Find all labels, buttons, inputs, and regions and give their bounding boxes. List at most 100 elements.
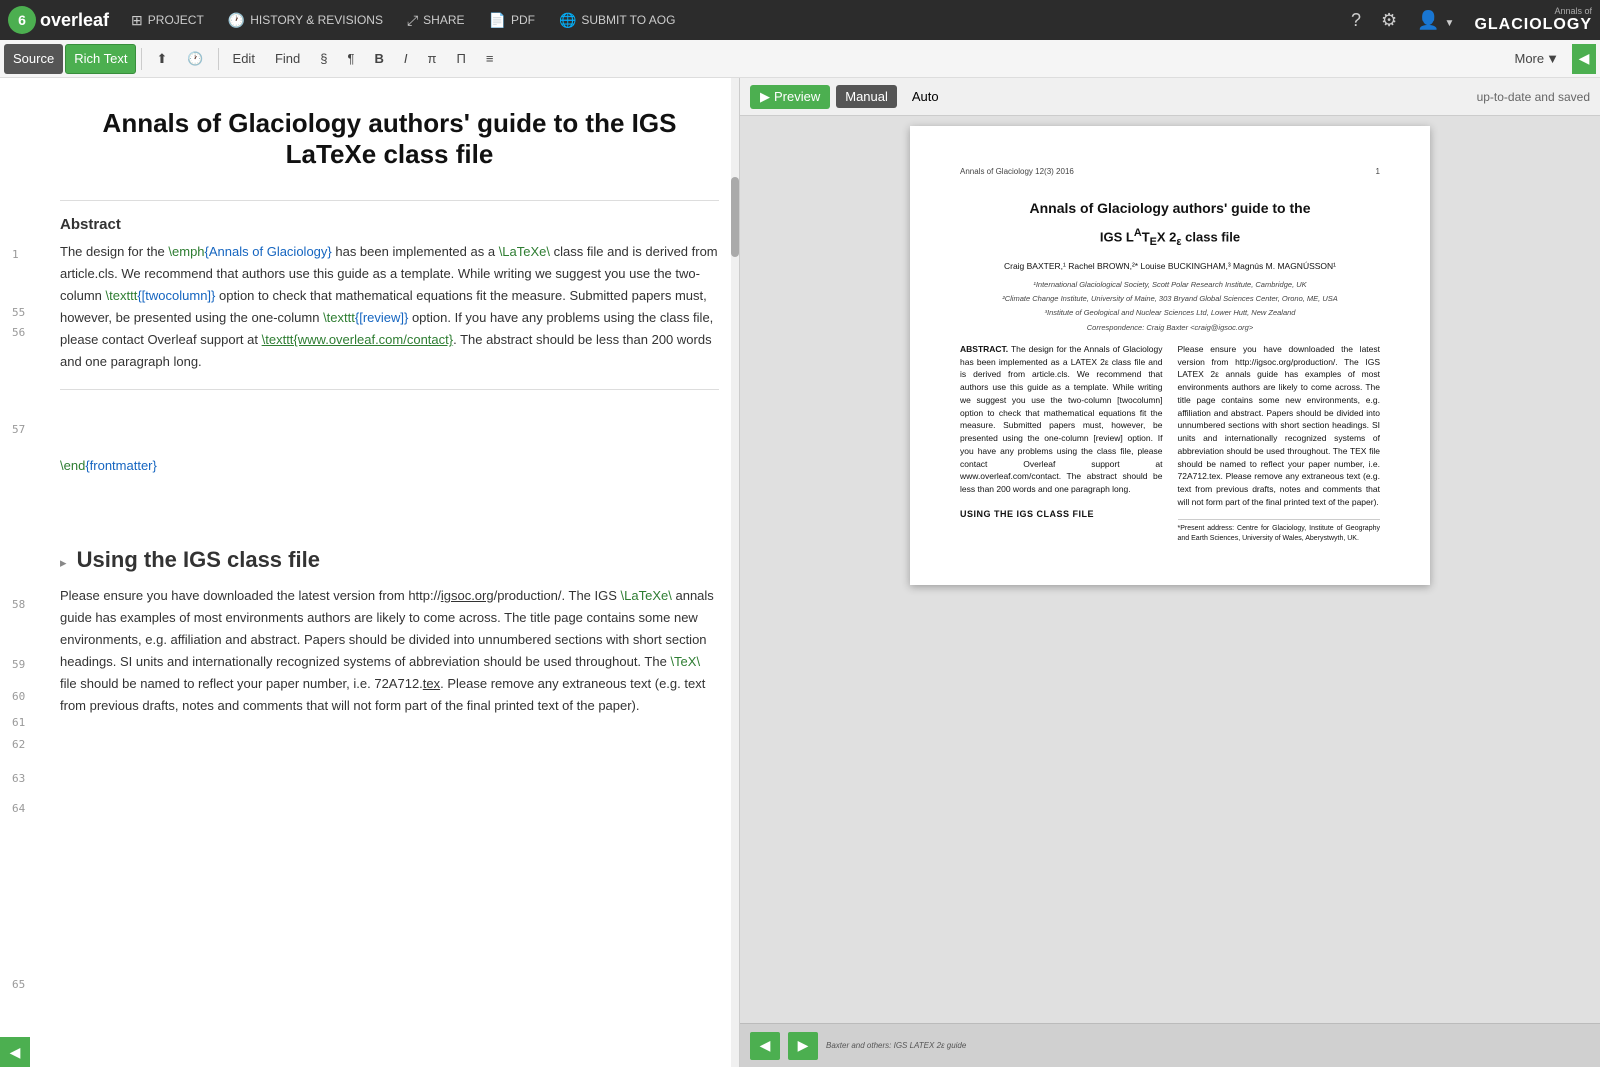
- italic-button[interactable]: I: [395, 44, 417, 74]
- pdf-page-num: 1: [1376, 166, 1380, 178]
- collapse-editor-button[interactable]: ◀: [1572, 44, 1596, 74]
- divider-mid: [60, 389, 719, 390]
- preview-content: Annals of Glaciology 12(3) 2016 1 Annals…: [740, 116, 1600, 1023]
- section-marker: ▸: [60, 555, 67, 570]
- submit-button[interactable]: 🌐 SUBMIT TO AOG: [549, 4, 685, 36]
- arrow-left-prev-icon: ◀: [760, 1037, 771, 1054]
- edit-button[interactable]: Edit: [224, 44, 264, 74]
- pdf-abstract-heading: ABSTRACT.: [960, 344, 1008, 354]
- pdf-affil-2: ²Climate Change Institute, University of…: [960, 293, 1380, 304]
- preview-play-button[interactable]: ▶ Preview: [750, 85, 830, 109]
- auto-button[interactable]: Auto: [903, 85, 948, 108]
- share-icon: ⤢: [407, 12, 418, 29]
- main-area: 1 55 56 57 58 59 60 61 62 63 64 65 Annal…: [0, 78, 1600, 1067]
- latex-texttt-1-arg: {[twocolumn]}: [137, 288, 215, 303]
- list-button[interactable]: ≡: [477, 44, 503, 74]
- abstract-heading: Abstract: [60, 216, 719, 233]
- pdf-header-left: Annals of Glaciology 12(3) 2016: [960, 166, 1074, 178]
- collapse-left-icon: ◀: [1579, 50, 1590, 67]
- latex-texttt-2: \texttt: [323, 310, 355, 325]
- project-icon: ⊞: [131, 12, 143, 29]
- pdf-page-1: Annals of Glaciology 12(3) 2016 1 Annals…: [910, 126, 1430, 585]
- latex-latexe: \LaTeXe\: [499, 244, 550, 259]
- line-num-60: 60: [12, 690, 25, 703]
- editor-scrollbar[interactable]: [731, 78, 739, 1067]
- pdf-correspondence: Correspondence: Craig Baxter <craig@igso…: [960, 322, 1380, 333]
- user-icon: 👤: [1417, 10, 1439, 30]
- history-button[interactable]: 🕐 HISTORY & REVISIONS: [218, 4, 393, 36]
- submit-icon: 🌐: [559, 12, 576, 29]
- document-title: Annals of Glaciology authors' guide to t…: [60, 108, 719, 170]
- editor-pane: 1 55 56 57 58 59 60 61 62 63 64 65 Annal…: [0, 78, 740, 1067]
- source-button[interactable]: Source: [4, 44, 63, 74]
- arrow-left-icon: ◀: [10, 1044, 21, 1061]
- help-button[interactable]: ?: [1343, 6, 1369, 35]
- next-page-button[interactable]: ▶: [788, 1032, 818, 1060]
- pdf-two-col-section: ABSTRACT. The design for the Annals of G…: [960, 343, 1380, 545]
- divider-top: [60, 200, 719, 201]
- line-num-57: 57: [12, 423, 25, 436]
- line-num-59: 59: [12, 658, 25, 671]
- editor-collapse-left[interactable]: ◀: [0, 1037, 30, 1067]
- upload-button[interactable]: ⬆: [147, 44, 176, 74]
- bold-button[interactable]: B: [365, 44, 392, 74]
- pdf-abstract-body: The design for the Annals of Glaciology …: [960, 344, 1163, 494]
- line-num-55: 55: [12, 306, 25, 319]
- user-button[interactable]: 👤 ▼: [1409, 6, 1462, 35]
- brand-name: overleaf: [40, 10, 109, 31]
- abstract-text: The design for the \emph{Annals of Glaci…: [60, 241, 719, 374]
- play-icon: ▶: [760, 89, 770, 105]
- pdf-section-body: Please ensure you have downloaded the la…: [1178, 343, 1381, 509]
- line-num-1: 1: [12, 248, 19, 261]
- section2-heading: ▸ Using the IGS class file: [60, 547, 719, 573]
- empty-space-2: [60, 477, 719, 527]
- line-num-64: 64: [12, 802, 25, 815]
- history-toolbar-button[interactable]: 🕐: [178, 44, 212, 74]
- pdf-page-1-header: Annals of Glaciology 12(3) 2016 1: [960, 166, 1380, 178]
- settings-icon: ⚙: [1381, 10, 1397, 30]
- section2-text: Please ensure you have downloaded the la…: [60, 585, 719, 718]
- editor-content: 1 55 56 57 58 59 60 61 62 63 64 65 Annal…: [0, 78, 739, 737]
- toolbar-separator-2: [218, 48, 219, 70]
- paragraph-button[interactable]: §: [311, 44, 336, 74]
- editor-toolbar: Source Rich Text ⬆ 🕐 Edit Find § ¶ B I π…: [0, 40, 1600, 78]
- link-igsoc: igsoc.org: [441, 588, 494, 603]
- pdf-authors: Craig BAXTER,¹ Rachel BROWN,²* Louise BU…: [960, 260, 1380, 273]
- help-icon: ?: [1351, 10, 1361, 30]
- overleaf-logo: 6: [8, 6, 36, 34]
- pdf-affil-3: ³Institute of Geological and Nuclear Sci…: [960, 307, 1380, 318]
- preview-status: up-to-date and saved: [1477, 90, 1590, 104]
- latex-tex: \TeX\: [670, 654, 700, 669]
- pdf-button[interactable]: 📄 PDF: [479, 4, 545, 36]
- project-button[interactable]: ⊞ PROJECT: [121, 4, 214, 36]
- settings-button[interactable]: ⚙: [1373, 6, 1405, 35]
- pdf-title-2: IGS LATEX 2ε class file: [960, 225, 1380, 250]
- pdf-footnote: *Present address: Centre for Glaciology,…: [1178, 519, 1381, 545]
- editor-scroll-thumb[interactable]: [731, 177, 739, 257]
- richtext-button[interactable]: Rich Text: [65, 44, 136, 74]
- share-button[interactable]: ⤢ SHARE: [397, 4, 475, 36]
- pdf-abstract-text: ABSTRACT. The design for the Annals of G…: [960, 343, 1163, 496]
- journal-logo: Annals of GLACIOLOGY: [1474, 6, 1592, 34]
- pi-button[interactable]: π: [418, 44, 445, 74]
- line-num-56: 56: [12, 326, 25, 339]
- latex-end-arg: {frontmatter}: [85, 458, 157, 473]
- toolbar-separator-1: [141, 48, 142, 70]
- preview-toolbar: ▶ Preview Manual Auto up-to-date and sav…: [740, 78, 1600, 116]
- top-navbar: 6 overleaf ⊞ PROJECT 🕐 HISTORY & REVISIO…: [0, 0, 1600, 40]
- latex-latexe-2: \LaTeXe\: [621, 588, 672, 603]
- pdf-footer-label: Baxter and others: IGS LATEX 2ε guide: [826, 1041, 1590, 1050]
- more-button[interactable]: More ▼: [1504, 47, 1571, 70]
- prev-page-button[interactable]: ◀: [750, 1032, 780, 1060]
- latex-end-cmd: \end: [60, 458, 85, 473]
- preview-pane: ▶ Preview Manual Auto up-to-date and sav…: [740, 78, 1600, 1067]
- line-num-58: 58: [12, 598, 25, 611]
- pilcrow-button[interactable]: ¶: [338, 44, 363, 74]
- block-button[interactable]: Π: [447, 44, 474, 74]
- find-button[interactable]: Find: [266, 44, 309, 74]
- line-num-61: 61: [12, 716, 25, 729]
- end-frontmatter-line: \end{frontmatter}: [60, 455, 719, 477]
- pdf-section-heading: USING THE IGS CLASS FILE: [960, 508, 1163, 522]
- manual-button[interactable]: Manual: [836, 85, 897, 108]
- upload-icon: ⬆: [156, 51, 167, 66]
